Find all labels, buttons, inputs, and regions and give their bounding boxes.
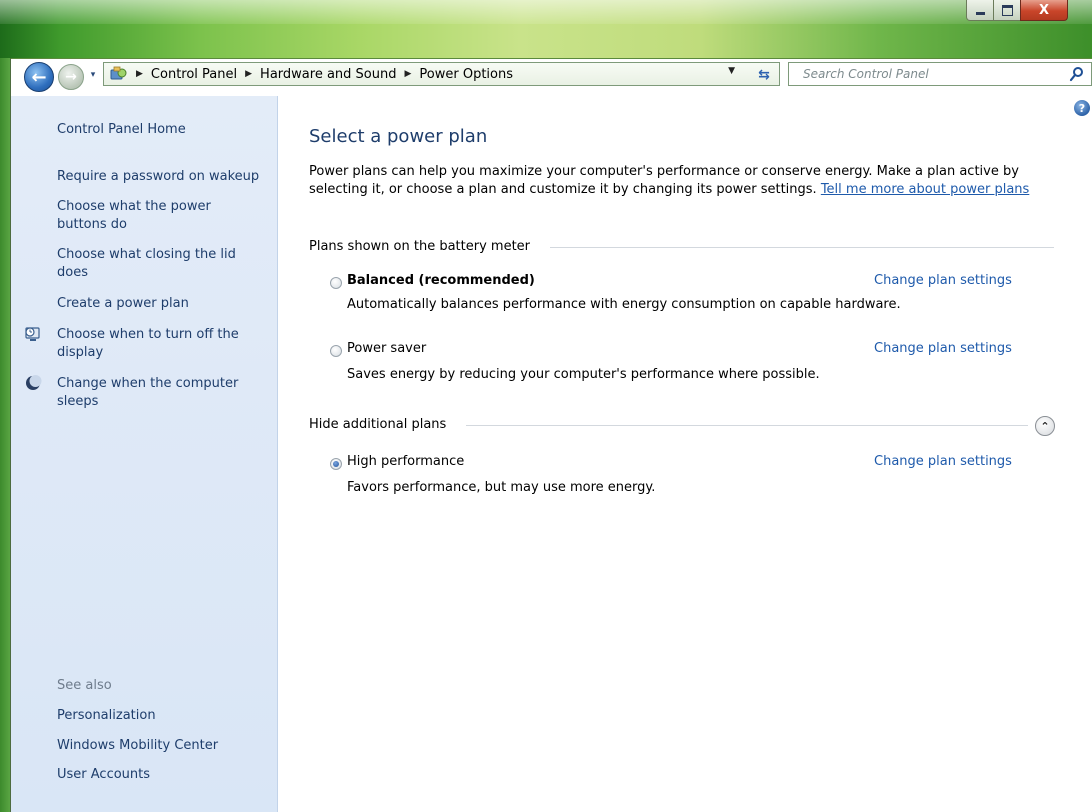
radio-balanced[interactable]	[330, 277, 342, 289]
plan-name-balanced[interactable]: Balanced (recommended)	[347, 273, 535, 288]
breadcrumb-hardware-and-sound[interactable]: Hardware and Sound	[260, 67, 396, 82]
sidebar-link-create-power-plan[interactable]: Create a power plan	[57, 295, 271, 313]
intro-paragraph: Power plans can help you maximize your c…	[309, 163, 1061, 199]
group-divider	[550, 247, 1054, 248]
display-timer-icon	[24, 325, 42, 343]
page-title: Select a power plan	[309, 126, 488, 147]
recent-pages-dropdown[interactable]: ▾	[88, 68, 98, 82]
hide-additional-plans-button[interactable]: ⌃	[1035, 416, 1055, 436]
plan-name-high-performance[interactable]: High performance	[347, 454, 464, 469]
help-icon[interactable]: ?	[1074, 100, 1090, 116]
address-dropdown-icon[interactable]: ▼	[728, 66, 735, 76]
sidebar-link-user-accounts[interactable]: User Accounts	[57, 766, 271, 784]
breadcrumb-separator-icon: ▶	[245, 69, 253, 79]
minimize-icon	[975, 11, 985, 15]
plan-name-power-saver[interactable]: Power saver	[347, 341, 426, 356]
additional-plans-group-label: Hide additional plans	[309, 417, 447, 432]
change-plan-settings-high-performance[interactable]: Change plan settings	[874, 454, 1012, 469]
task-sidebar: Control Panel Home Require a password on…	[11, 96, 278, 812]
breadcrumb-separator-icon: ▶	[136, 69, 143, 79]
plan-description-power-saver: Saves energy by reducing your computer's…	[347, 367, 820, 382]
radio-power-saver[interactable]	[330, 345, 342, 357]
forward-arrow-icon: →	[65, 69, 77, 85]
title-bar: X	[0, 0, 1092, 59]
back-button[interactable]: ←	[24, 62, 54, 92]
forward-button[interactable]: →	[58, 64, 84, 90]
sidebar-link-control-panel-home[interactable]: Control Panel Home	[57, 121, 271, 139]
breadcrumb-control-panel[interactable]: Control Panel	[151, 67, 237, 82]
window-left-border	[0, 58, 10, 812]
search-icon[interactable]	[1069, 66, 1085, 82]
refresh-button[interactable]: ⇆	[753, 66, 775, 84]
additional-plans-group-header: Hide additional plans	[309, 417, 446, 432]
battery-meter-group-label: Plans shown on the battery meter	[309, 239, 531, 254]
refresh-icon: ⇆	[758, 67, 770, 83]
tell-me-more-link[interactable]: Tell me more about power plans	[821, 182, 1029, 197]
close-button[interactable]: X	[1020, 0, 1068, 21]
breadcrumb-separator-icon: ▶	[404, 69, 412, 79]
sidebar-link-require-password[interactable]: Require a password on wakeup	[57, 168, 271, 186]
sleep-moon-icon	[24, 374, 42, 392]
sidebar-link-turn-off-display[interactable]: Choose when to turn off the display	[57, 326, 257, 362]
chevron-up-icon: ⌃	[1040, 419, 1050, 433]
sidebar-link-computer-sleeps[interactable]: Change when the computer sleeps	[57, 375, 257, 411]
close-icon: X	[1038, 2, 1050, 18]
sidebar-link-power-buttons[interactable]: Choose what the power buttons do	[57, 198, 247, 234]
plan-description-high-performance: Favors performance, but may use more ene…	[347, 480, 656, 495]
group-divider	[466, 425, 1028, 426]
title-bar-gloss	[0, 0, 1092, 24]
back-arrow-icon: ←	[31, 66, 47, 88]
breadcrumb-power-options[interactable]: Power Options	[419, 67, 513, 82]
plan-description-balanced: Automatically balances performance with …	[347, 297, 901, 312]
change-plan-settings-power-saver[interactable]: Change plan settings	[874, 341, 1012, 356]
control-panel-icon	[110, 65, 128, 83]
see-also-heading: See also	[57, 678, 112, 693]
radio-high-performance[interactable]	[330, 458, 342, 470]
search-input[interactable]	[801, 66, 1065, 82]
search-box[interactable]	[788, 62, 1092, 86]
battery-meter-group-header: Plans shown on the battery meter	[309, 239, 530, 254]
sidebar-link-closing-lid[interactable]: Choose what closing the lid does	[57, 246, 257, 282]
sidebar-link-mobility-center[interactable]: Windows Mobility Center	[57, 737, 271, 755]
maximize-icon	[1001, 4, 1013, 16]
chevron-down-icon: ▾	[90, 70, 96, 80]
maximize-button[interactable]	[993, 0, 1021, 21]
minimize-button[interactable]	[966, 0, 994, 21]
change-plan-settings-balanced[interactable]: Change plan settings	[874, 273, 1012, 288]
sidebar-link-personalization[interactable]: Personalization	[57, 707, 271, 725]
address-bar[interactable]: ▶ Control Panel ▶ Hardware and Sound ▶ P…	[103, 62, 780, 86]
